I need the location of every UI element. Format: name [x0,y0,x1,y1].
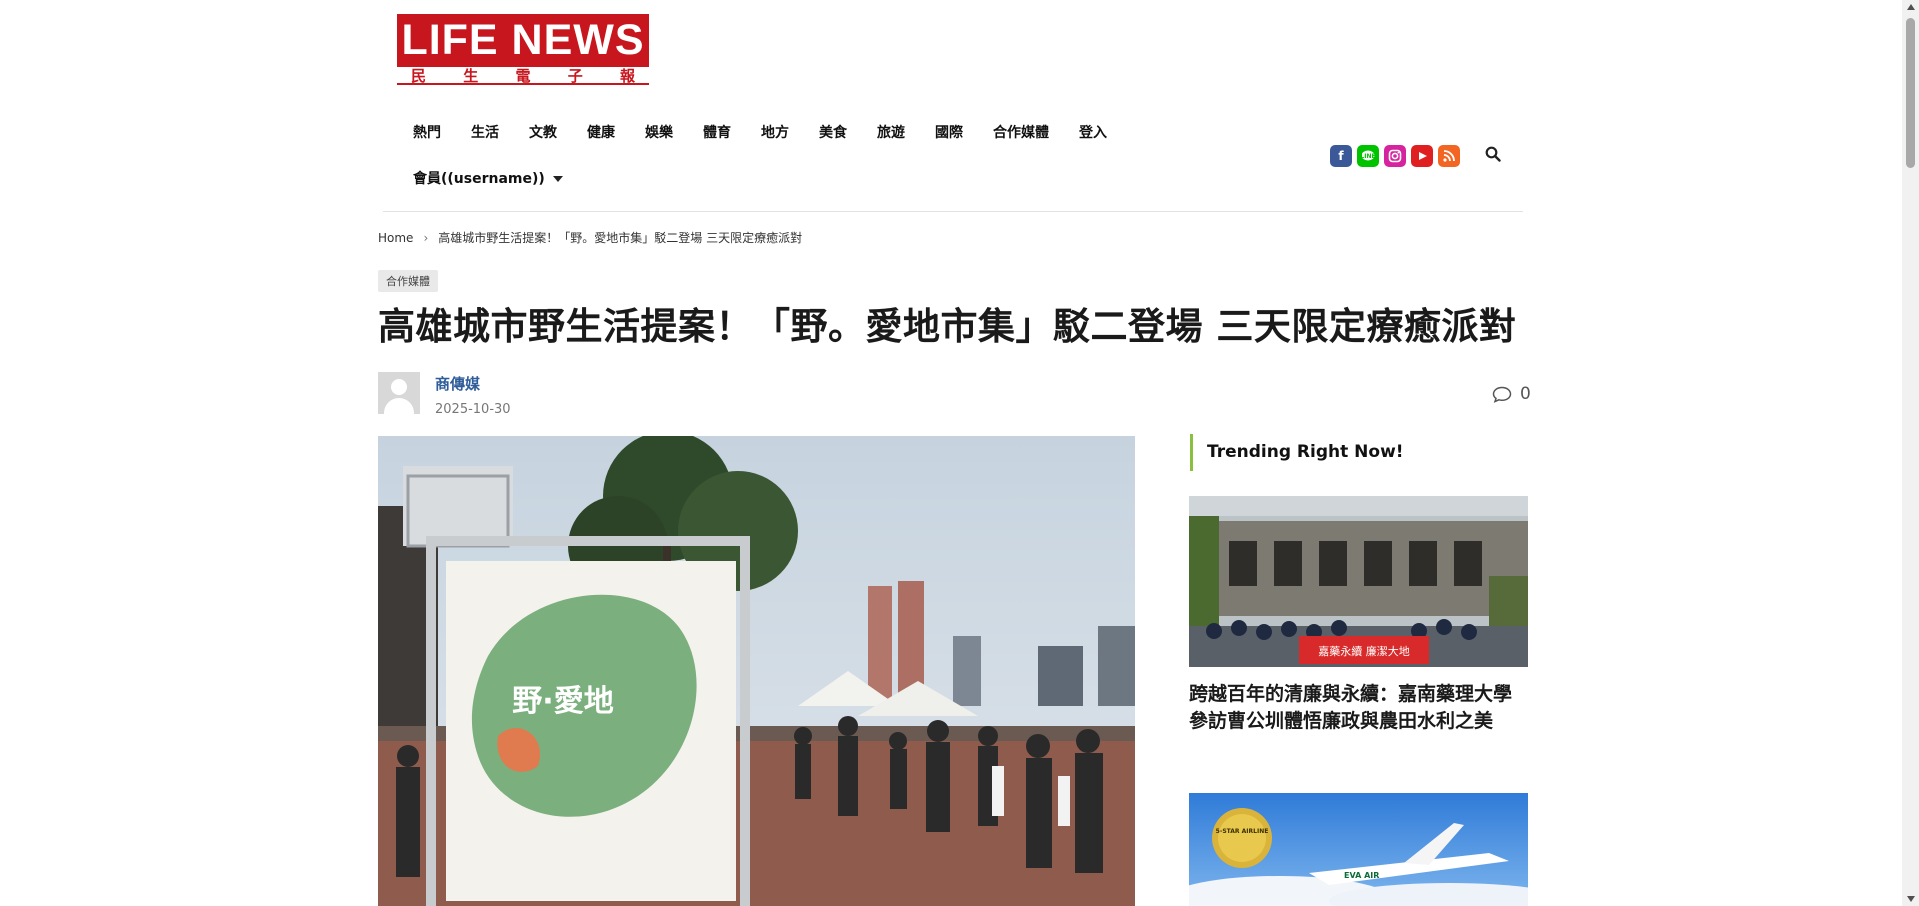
breadcrumb-current: 高雄城市野生活提案！「野。愛地市集」駁二登場 三天限定療癒派對 [438,231,803,245]
article-title: 高雄城市野生活提案！「野。愛地市集」駁二登場 三天限定療癒派對 [378,305,1517,348]
airline-badge-text: 5-STAR AIRLINE [1216,828,1269,835]
facebook-icon[interactable]: f [1330,145,1352,167]
logo-sub-char: 報 [619,67,635,85]
nav-divider [383,211,1523,212]
nav-item-local[interactable]: 地方 [746,110,804,156]
avatar-body-shape [384,398,414,414]
nav-item-food[interactable]: 美食 [804,110,862,156]
youtube-glyph [1419,152,1427,160]
airline-brand-text: EVA AIR [1344,871,1379,880]
author-meta: 商傳媒 2025-10-30 [435,372,511,417]
nav-item-partner-media[interactable]: 合作媒體 [978,110,1064,156]
nav-item-entertainment[interactable]: 娛樂 [630,110,688,156]
nav-item-login[interactable]: 登入 [1064,110,1122,156]
nav-item-hot[interactable]: 熱門 [398,110,456,156]
avatar-head-shape [391,379,407,395]
comment-bubble-icon [1492,386,1512,403]
line-icon[interactable]: LINE [1357,145,1379,167]
author-avatar[interactable] [378,372,420,414]
nav-item-international[interactable]: 國際 [920,110,978,156]
logo-sub-char: 生 [463,67,479,85]
author-block: 商傳媒 2025-10-30 [378,372,511,417]
caret-down-icon [552,176,563,182]
search-icon[interactable] [1485,146,1501,162]
category-badge[interactable]: 合作媒體 [378,270,438,292]
trending-item-image[interactable]: 嘉藥永續 廉潔大地 [1189,496,1528,667]
rss-icon[interactable] [1438,145,1460,167]
line-bubble-shape: LINE [1361,150,1375,161]
social-links: f LINE [1330,145,1460,167]
author-name[interactable]: 商傳媒 [435,373,511,394]
rss-glyph [1443,150,1455,162]
logo-sub-char: 子 [567,67,583,85]
trending-item-image[interactable]: 5-STAR AIRLINE EVA AIR [1189,793,1528,906]
member-label: 會員((username)) [413,171,545,187]
youtube-icon[interactable] [1411,145,1433,167]
breadcrumb-separator-icon: › [423,230,429,245]
nav-item-health[interactable]: 健康 [572,110,630,156]
nav-item-sports[interactable]: 體育 [688,110,746,156]
nav-item-travel[interactable]: 旅遊 [862,110,920,156]
comment-count[interactable]: 0 [1492,384,1531,404]
comment-count-value: 0 [1520,384,1531,404]
poster-sign-text: 野·愛地 [512,684,613,719]
instagram-glyph [1388,149,1402,163]
logo-sub-char: 電 [515,67,531,85]
nav-item-life[interactable]: 生活 [456,110,514,156]
trend-banner-text: 嘉藥永續 廉潔大地 [1318,644,1410,658]
post-date: 2025-10-30 [435,402,511,417]
scroll-down-arrow-icon[interactable] [1907,896,1915,902]
trending-heading: Trending Right Now! [1190,434,1404,471]
site-logo[interactable]: LIFE NEWS 民 生 電 子 報 [397,14,649,85]
page-scrollbar[interactable] [1902,0,1919,906]
svg-text:LINE: LINE [1361,153,1375,160]
breadcrumb-home[interactable]: Home [378,231,413,245]
logo-main-text: LIFE NEWS [397,14,649,67]
scroll-up-arrow-icon[interactable] [1907,4,1915,10]
instagram-icon[interactable] [1384,145,1406,167]
trending-item-title[interactable]: 跨越百年的清廉與永續：嘉南藥理大學參訪曹公圳體悟廉政與農田水利之美 [1189,681,1528,735]
logo-sub-text: 民 生 電 子 報 [397,67,649,85]
nav-item-member-menu[interactable]: 會員((username)) [398,156,578,202]
logo-sub-char: 民 [411,67,427,85]
scrollbar-thumb[interactable] [1906,18,1915,168]
nav-item-education[interactable]: 文教 [514,110,572,156]
breadcrumb: Home › 高雄城市野生活提案！「野。愛地市集」駁二登場 三天限定療癒派對 [378,229,802,246]
article-hero-image: 野·愛地 [378,436,1135,906]
